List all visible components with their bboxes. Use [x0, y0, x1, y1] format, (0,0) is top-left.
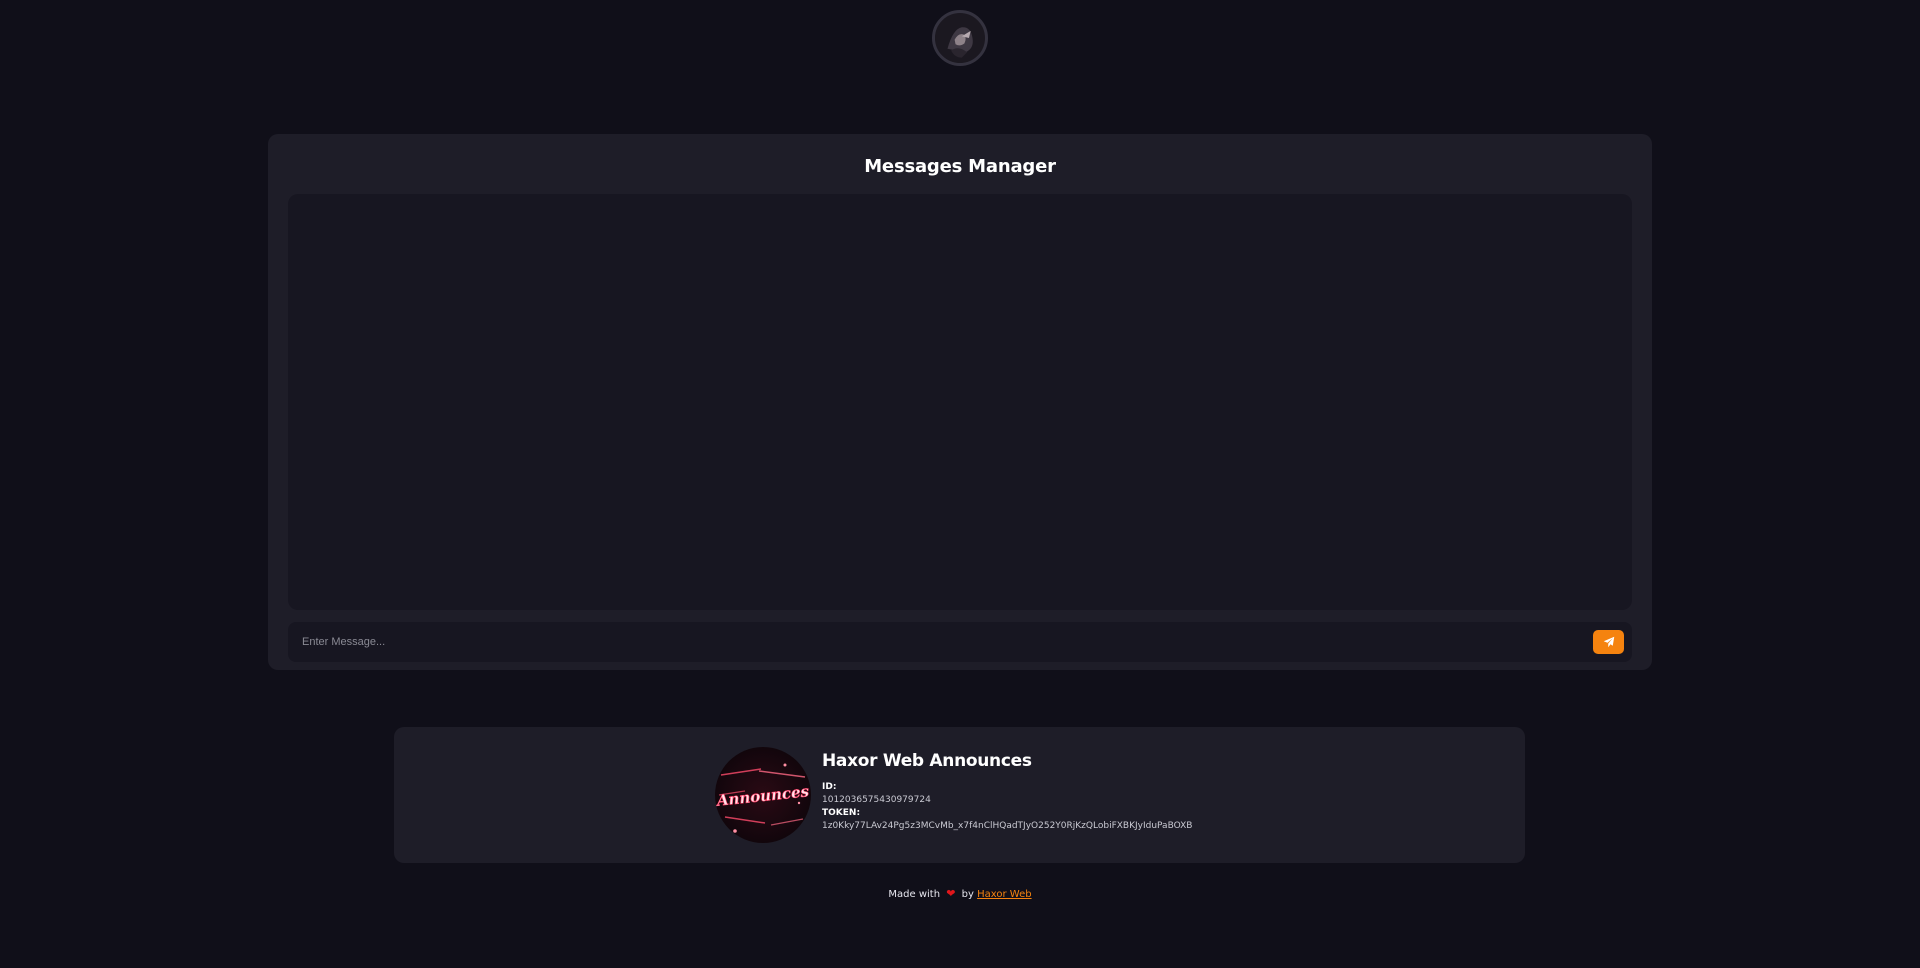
page: Messages Manager Enter Message... Announ…	[0, 0, 1920, 968]
bot-info: Haxor Web Announces ID: 1012036575430979…	[822, 751, 1192, 833]
paper-plane-icon	[1603, 636, 1615, 648]
bot-token-value: 1z0Kky77LAv24Pg5z3MCvMb_x7f4nClHQadTJyO2…	[822, 821, 1193, 831]
footer-link-haxor-web[interactable]: Haxor Web	[977, 889, 1031, 900]
user-avatar-icon[interactable]	[932, 10, 988, 66]
messages-manager-title: Messages Manager	[864, 156, 1056, 177]
messages-list[interactable]	[288, 194, 1632, 610]
footer: Made with ❤ by Haxor Web	[0, 887, 1920, 900]
bot-avatar: Announces	[715, 747, 811, 843]
messages-manager-panel: Messages Manager	[268, 134, 1652, 670]
send-button[interactable]	[1593, 630, 1624, 654]
bot-name: Haxor Web Announces	[822, 751, 1032, 771]
heart-icon: ❤	[946, 887, 956, 900]
bot-card: Announces Haxor Web Announces ID: 101203…	[394, 727, 1525, 863]
message-input[interactable]	[288, 622, 1578, 662]
bot-avatar-text: Announces	[715, 782, 810, 810]
bot-id-value: 1012036575430979724	[822, 795, 931, 805]
bot-id-label: ID:	[822, 782, 837, 792]
message-input-bar	[288, 622, 1632, 662]
footer-by: by	[961, 889, 974, 900]
bot-token-label: TOKEN:	[822, 808, 861, 818]
footer-made-with: Made with	[888, 889, 941, 900]
